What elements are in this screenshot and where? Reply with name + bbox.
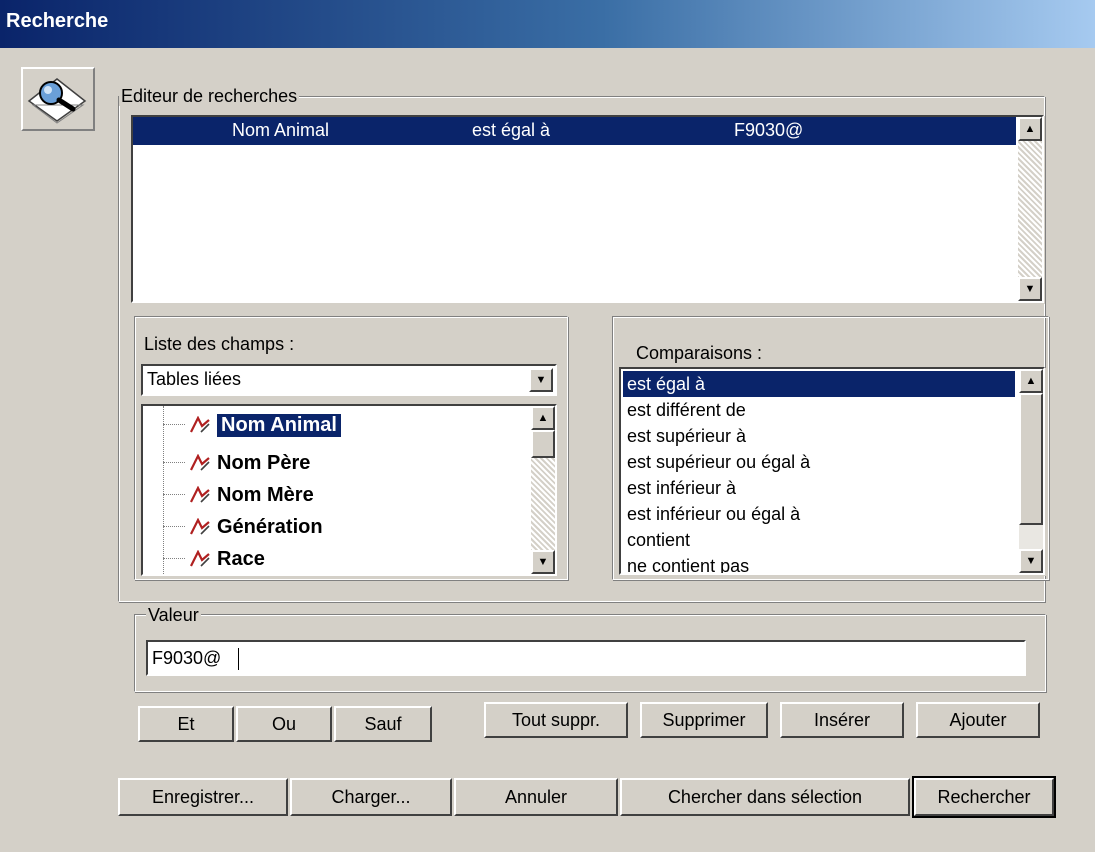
scroll-up-icon[interactable]: ▲ <box>1019 369 1043 393</box>
tree-item-label: Nom Animal <box>217 413 341 437</box>
chercher-dans-selection-button-label: Chercher dans sélection <box>667 786 863 807</box>
value-input-text: F9030@ <box>152 648 222 668</box>
annuler-button-label: Annuler <box>504 786 568 807</box>
sauf-button-label: Sauf <box>364 713 402 734</box>
comparison-item[interactable]: contient <box>627 527 1043 553</box>
enregistrer-button[interactable]: Enregistrer... <box>118 778 288 816</box>
tout-suppr-button[interactable]: Tout suppr. <box>484 702 628 738</box>
comparison-item[interactable]: est égal à <box>623 371 1015 397</box>
ou-button-label: Ou <box>271 713 296 734</box>
tree-item-nom-mere[interactable]: Nom Mère <box>147 480 314 510</box>
comparison-item[interactable]: est inférieur ou égal à <box>627 501 1043 527</box>
et-button-label: Et <box>177 713 195 734</box>
charger-button[interactable]: Charger... <box>290 778 452 816</box>
field-link-icon <box>190 486 210 503</box>
comparison-item[interactable]: est différent de <box>627 397 1043 423</box>
criteria-list[interactable]: Nom Animal est égal à F9030@ ▲ ▼ <box>131 115 1044 303</box>
fields-tree[interactable]: Nom Animal Nom Père Nom Mère Génération … <box>141 404 557 576</box>
enregistrer-button-label: Enregistrer... <box>151 786 255 807</box>
criteria-field: Nom Animal <box>232 120 330 140</box>
value-group-label: Valeur <box>146 605 201 625</box>
scroll-up-icon[interactable]: ▲ <box>531 406 555 430</box>
scroll-thumb[interactable] <box>531 430 555 458</box>
tout-suppr-button-label: Tout suppr. <box>511 709 601 730</box>
field-link-icon <box>190 518 210 535</box>
field-link-icon <box>190 416 210 433</box>
tree-item-race[interactable]: Race <box>147 544 265 574</box>
rechercher-button-label: Rechercher <box>937 786 1031 807</box>
tables-dropdown[interactable]: Tables liées ▼ <box>141 364 557 396</box>
comparison-item[interactable]: est supérieur ou égal à <box>627 449 1043 475</box>
annuler-button[interactable]: Annuler <box>454 778 618 816</box>
text-cursor <box>238 648 239 670</box>
criteria-value: F9030@ <box>734 120 804 140</box>
fields-label: Liste des champs : <box>144 334 295 354</box>
chercher-dans-selection-button[interactable]: Chercher dans sélection <box>620 778 910 816</box>
tree-item-label: Race <box>217 547 265 570</box>
tree-item-generation[interactable]: Génération <box>147 512 323 542</box>
criteria-operator: est égal à <box>472 120 551 140</box>
tree-item-label: Nom Mère <box>217 483 314 506</box>
comparisons-label: Comparaisons : <box>636 343 763 363</box>
field-link-icon <box>190 454 210 471</box>
chevron-down-icon[interactable]: ▼ <box>529 368 553 392</box>
rechercher-button[interactable]: Rechercher <box>912 776 1056 818</box>
supprimer-button-label: Supprimer <box>662 709 746 730</box>
value-input[interactable]: F9030@ <box>146 640 1026 676</box>
inserer-button[interactable]: Insérer <box>780 702 904 738</box>
comparison-item[interactable]: ne contient pas <box>627 553 1043 573</box>
title-bar: Recherche <box>0 0 1095 48</box>
editor-group-label: Editeur de recherches <box>119 86 300 106</box>
tree-item-nom-animal[interactable]: Nom Animal <box>147 410 341 440</box>
magnifier-search-icon <box>21 67 95 131</box>
criteria-scrollbar[interactable]: ▲ ▼ <box>1018 117 1042 301</box>
comparison-item[interactable]: est inférieur à <box>627 475 1043 501</box>
tree-item-label: Nom Père <box>217 451 311 474</box>
ajouter-button-label: Ajouter <box>949 709 1007 730</box>
scroll-thumb[interactable] <box>1019 393 1043 525</box>
scroll-down-icon[interactable]: ▼ <box>531 550 555 574</box>
comparisons-scrollbar[interactable]: ▲ ▼ <box>1019 369 1043 573</box>
field-link-icon <box>190 550 210 567</box>
comparison-item[interactable]: est supérieur à <box>627 423 1043 449</box>
sauf-button[interactable]: Sauf <box>334 706 432 742</box>
inserer-button-label: Insérer <box>813 709 871 730</box>
comparisons-list[interactable]: est égal à est différent de est supérieu… <box>619 367 1045 575</box>
ou-button[interactable]: Ou <box>236 706 332 742</box>
fields-scrollbar[interactable]: ▲ ▼ <box>531 406 555 574</box>
supprimer-button[interactable]: Supprimer <box>640 702 768 738</box>
scroll-up-icon[interactable]: ▲ <box>1018 117 1042 141</box>
scroll-down-icon[interactable]: ▼ <box>1018 277 1042 301</box>
et-button[interactable]: Et <box>138 706 234 742</box>
window-title: Recherche <box>6 10 109 32</box>
tree-item-nom-pere[interactable]: Nom Père <box>147 448 310 478</box>
scroll-down-icon[interactable]: ▼ <box>1019 549 1043 573</box>
ajouter-button[interactable]: Ajouter <box>916 702 1040 738</box>
tree-item-label: Génération <box>217 515 323 538</box>
tables-dropdown-value: Tables liées <box>147 369 242 389</box>
charger-button-label: Charger... <box>331 786 411 807</box>
criteria-row[interactable]: Nom Animal est égal à F9030@ <box>133 117 1016 145</box>
